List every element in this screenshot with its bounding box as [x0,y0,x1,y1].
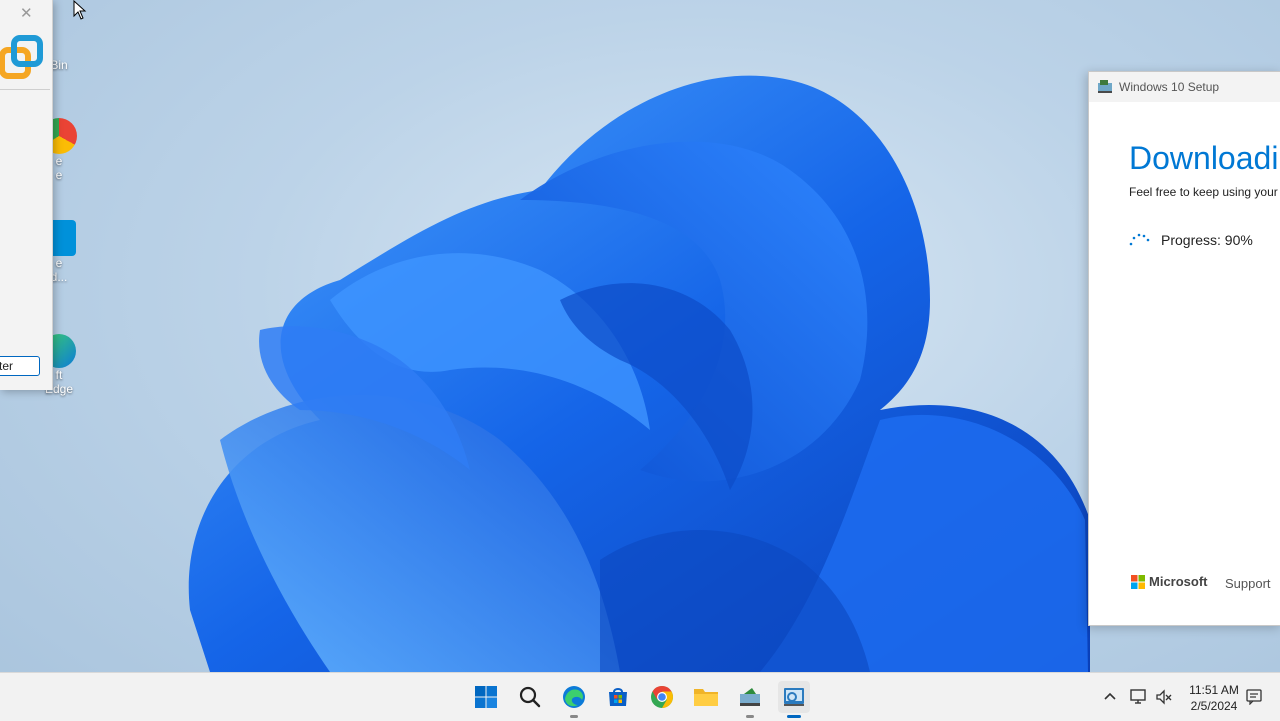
divider [0,89,50,90]
clock-date: 2/5/2024 [1190,699,1238,713]
network-icon[interactable] [1130,688,1148,706]
mouse-cursor-icon [73,0,87,20]
setup-icon [784,688,804,706]
active-indicator [787,715,801,718]
microsoft-logo: Microsoft [1131,574,1208,589]
left-app-window[interactable]: ✕ ter [0,0,53,390]
microsoft-logo-icon [1131,574,1145,589]
notification-icon[interactable] [1246,689,1262,705]
progress-text: Progress: 90% [1161,232,1253,248]
show-hidden-icons-chevron-icon[interactable] [1100,685,1120,709]
chrome-icon [651,686,673,708]
windows-setup-window[interactable]: Windows 10 Setup Downloadin Feel free to… [1088,71,1280,626]
file-explorer-button[interactable] [690,681,722,713]
vmware-logo-icon [0,35,43,79]
system-clock[interactable]: 11:51 AM 2/5/2024 [1184,682,1244,714]
setup-titlebar[interactable]: Windows 10 Setup [1089,72,1280,102]
running-indicator [570,715,578,718]
volume-muted-icon[interactable] [1155,688,1173,706]
store-icon [609,688,627,706]
left-window-button[interactable]: ter [0,356,40,376]
start-button[interactable] [470,681,502,713]
clock-time: 11:51 AM [1189,683,1239,697]
spinner-icon [1129,233,1150,246]
media-creation-tool-button[interactable] [734,681,766,718]
running-indicator [746,715,754,718]
windows-setup-button[interactable] [778,681,810,718]
search-icon [519,686,541,708]
taskbar: 11:51 AM 2/5/2024 [0,672,1280,721]
edge-button[interactable] [558,681,590,718]
store-button[interactable] [602,681,634,713]
folder-icon [694,689,718,706]
progress-row: Progress: 90% [1129,232,1253,248]
support-link[interactable]: Support [1225,576,1271,591]
setup-window-title: Windows 10 Setup [1119,80,1220,94]
media-creation-tool-icon [740,688,760,706]
windows-logo-icon [475,686,497,708]
microsoft-brand-text: Microsoft [1149,574,1208,589]
edge-icon [563,686,585,708]
close-icon[interactable]: ✕ [20,4,33,22]
setup-app-icon [1098,80,1112,93]
setup-heading: Downloadin [1129,140,1280,176]
chrome-button[interactable] [646,681,678,713]
setup-subtitle: Feel free to keep using your P [1129,185,1280,199]
search-button[interactable] [514,681,546,713]
